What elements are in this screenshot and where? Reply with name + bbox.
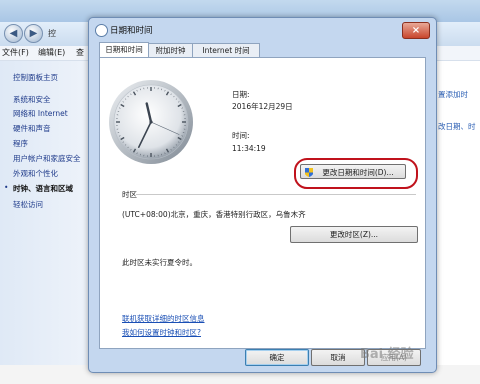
date-label: 日期:	[232, 90, 250, 99]
forward-button[interactable]: ▶	[24, 24, 43, 43]
analog-clock	[109, 80, 193, 164]
change-date-time-label: 更改日期和时间(D)...	[322, 168, 394, 177]
tab-date-time[interactable]: 日期和时间	[99, 42, 149, 57]
shield-icon	[305, 168, 313, 177]
ok-button[interactable]: 确定	[245, 349, 309, 366]
menu-file[interactable]: 文件(F)	[2, 47, 29, 58]
cancel-button[interactable]: 取消	[311, 349, 365, 366]
link-online-timezone-info[interactable]: 联机获取详细的时区信息	[122, 313, 205, 324]
timezone-value: (UTC+08:00)北京，重庆，香港特别行政区，乌鲁木齐	[122, 210, 306, 219]
close-button[interactable]: ×	[402, 22, 430, 39]
sidebar-item[interactable]: 控制面板主页	[13, 72, 58, 83]
sidebar-item[interactable]: 外观和个性化	[13, 168, 58, 179]
dst-note: 此时区未实行夏令时。	[122, 258, 197, 267]
clock-center	[149, 120, 153, 124]
current-bullet-icon: •	[4, 183, 9, 192]
sidebar-item[interactable]: 时钟、语言和区域	[13, 183, 73, 194]
sidebar-item[interactable]: 网络和 Internet	[13, 108, 68, 119]
menu-edit[interactable]: 编辑(E)	[38, 47, 65, 58]
sidebar-item[interactable]: 硬件和声音	[13, 123, 51, 134]
change-timezone-button[interactable]: 更改时区(Z)...	[290, 226, 418, 243]
timezone-heading: 时区	[122, 190, 137, 199]
date-time-dialog: 日期和时间 × 日期和时间 附加时钟 Internet 时间 日期: 2016年…	[88, 17, 437, 373]
time-label: 时间:	[232, 131, 250, 140]
menu-view[interactable]: 查	[76, 47, 84, 58]
tab-additional-clocks[interactable]: 附加时钟	[148, 43, 193, 57]
sidebar-item[interactable]: 用户帐户和家庭安全	[13, 153, 81, 164]
change-date-time-button[interactable]: 更改日期和时间(D)...	[300, 164, 406, 179]
sidebar-item[interactable]: 程序	[13, 138, 28, 149]
sidebar-item[interactable]: 系统和安全	[13, 94, 51, 105]
tab-internet-time[interactable]: Internet 时间	[192, 43, 260, 57]
link-how-to-set-clock[interactable]: 我如何设置时钟和时区?	[122, 327, 201, 338]
date-value: 2016年12月29日	[232, 102, 293, 111]
time-value: 11:34:19	[232, 144, 266, 153]
back-button[interactable]: ◀	[4, 24, 23, 43]
right-link-change-date[interactable]: 改日期、时	[438, 121, 476, 132]
sidebar-item[interactable]: 轻松访问	[13, 199, 43, 210]
dialog-title: 日期和时间	[110, 26, 153, 36]
watermark: Bai 经验	[360, 347, 414, 362]
clock-icon	[95, 24, 108, 37]
timezone-divider	[136, 194, 416, 195]
tab-panel: 日期: 2016年12月29日 时间: 11:34:19 更改日期和时间(D).…	[99, 57, 426, 349]
address-prefix[interactable]: 控	[48, 28, 56, 39]
right-link-add-clock[interactable]: 置添加时	[438, 89, 468, 100]
